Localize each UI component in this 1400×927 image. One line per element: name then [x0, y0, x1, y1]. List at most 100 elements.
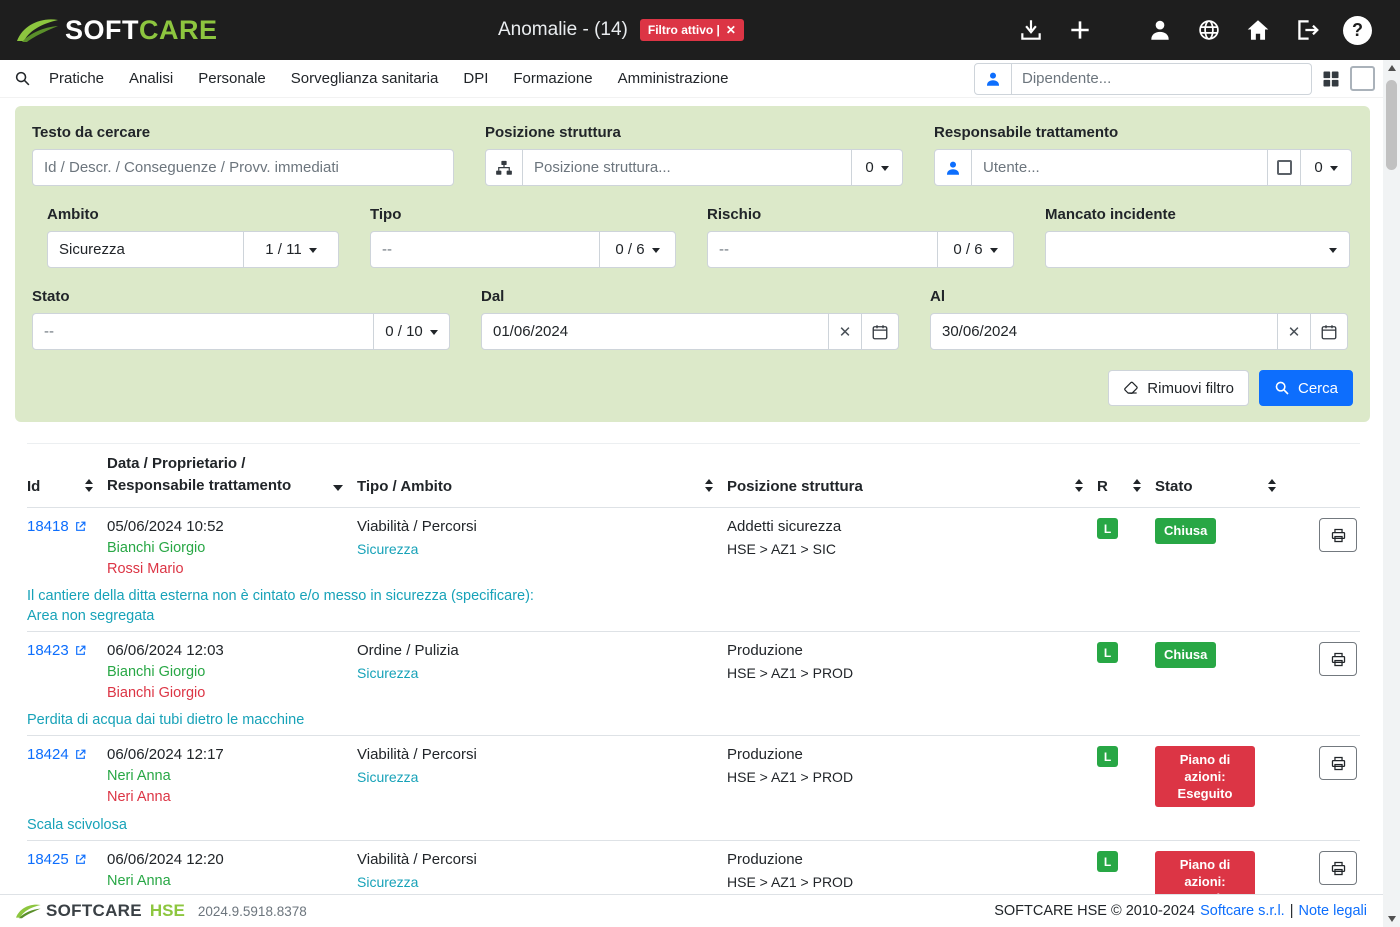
- posizione-input[interactable]: [522, 149, 852, 186]
- posizione-count-button[interactable]: 0: [851, 149, 903, 186]
- remove-filter-button[interactable]: Rimuovi filtro: [1108, 370, 1249, 406]
- filter-row-3: Stato 0 / 10 Dal ✕: [32, 288, 1353, 350]
- structure-tree-button[interactable]: [485, 149, 523, 186]
- sort-desc-icon: [333, 485, 343, 495]
- add-button[interactable]: [1067, 17, 1093, 43]
- nav-item-dpi[interactable]: DPI: [463, 70, 488, 87]
- table-row: 18423 06/06/2024 12:03 Bianchi Giorgio B…: [27, 632, 1360, 736]
- header-r[interactable]: R: [1097, 478, 1155, 495]
- nav-menu: Pratiche Analisi Personale Sorveglianza …: [49, 70, 728, 87]
- al-calendar-button[interactable]: [1310, 313, 1348, 350]
- mancato-incidente-label: Mancato incidente: [1045, 206, 1350, 223]
- page-title-area: Anomalie - (14) Filtro attivo | ✕: [498, 0, 744, 60]
- active-filter-badge[interactable]: Filtro attivo | ✕: [640, 19, 744, 41]
- ambito-count: 1 / 11: [265, 241, 301, 258]
- table-header: Id Data / Proprietario / Responsabile tr…: [27, 444, 1360, 508]
- header-tipo-label: Tipo / Ambito: [357, 478, 452, 495]
- header-posizione-label: Posizione struttura: [727, 478, 863, 495]
- employee-picker-button[interactable]: [974, 63, 1012, 95]
- external-link-icon: [74, 644, 87, 657]
- al-label: Al: [930, 288, 1348, 305]
- scrollbar-thumb[interactable]: [1386, 80, 1397, 170]
- nav-item-pratiche[interactable]: Pratiche: [49, 70, 104, 87]
- scroll-down-arrow[interactable]: [1383, 911, 1400, 927]
- cell-stato: Chiusa: [1155, 642, 1290, 702]
- select-mode-checkbox[interactable]: [1350, 66, 1375, 91]
- anomaly-id-link[interactable]: 18425: [27, 851, 87, 869]
- vertical-scrollbar[interactable]: [1383, 60, 1400, 927]
- app-logo[interactable]: SOFTCARE: [14, 15, 218, 45]
- download-button[interactable]: [1018, 17, 1044, 43]
- logout-icon: [1294, 17, 1320, 43]
- anomaly-id-link[interactable]: 18418: [27, 518, 87, 536]
- sitemap-icon: [495, 159, 513, 177]
- legal-notes-link[interactable]: Note legali: [1298, 903, 1367, 919]
- testo-label: Testo da cercare: [32, 124, 454, 141]
- header-tipo-ambito[interactable]: Tipo / Ambito: [357, 478, 727, 495]
- cell-tipo: Ordine / Pulizia Sicurezza: [357, 642, 727, 702]
- testo-input[interactable]: [32, 149, 454, 186]
- anomaly-id-link[interactable]: 18423: [27, 642, 87, 660]
- dal-clear-button[interactable]: ✕: [828, 313, 862, 350]
- filter-row-2: Ambito 1 / 11 Tipo 0 / 6: [32, 206, 1353, 268]
- print-button[interactable]: [1319, 851, 1357, 885]
- responsabile-count: 0: [1314, 159, 1322, 176]
- printer-icon: [1330, 755, 1347, 772]
- logout-button[interactable]: [1294, 17, 1320, 43]
- risk-badge: L: [1097, 746, 1118, 767]
- tipo-count-button[interactable]: 0 / 6: [599, 231, 676, 268]
- header-id[interactable]: Id: [27, 478, 107, 495]
- nav-item-formazione[interactable]: Formazione: [513, 70, 592, 87]
- footer-brand-suffix: HSE: [150, 901, 185, 921]
- scroll-up-arrow[interactable]: [1383, 60, 1400, 76]
- home-button[interactable]: [1245, 17, 1271, 43]
- filter-field-al: Al ✕: [930, 288, 1348, 350]
- brand-name: SOFTCARE: [65, 17, 218, 44]
- responsabile-count-button[interactable]: 0: [1300, 149, 1352, 186]
- nav-item-personale[interactable]: Personale: [198, 70, 266, 87]
- employee-search-input[interactable]: [1012, 63, 1312, 95]
- grid-view-button[interactable]: [1321, 69, 1341, 89]
- anomaly-id-link[interactable]: 18424: [27, 746, 87, 764]
- stato-count-button[interactable]: 0 / 10: [373, 313, 450, 350]
- mancato-incidente-select[interactable]: [1045, 231, 1350, 268]
- print-button[interactable]: [1319, 642, 1357, 676]
- nav-item-sorveglianza-sanitaria[interactable]: Sorveglianza sanitaria: [291, 70, 439, 87]
- user-picker-button[interactable]: [934, 149, 972, 186]
- dal-calendar-button[interactable]: [861, 313, 899, 350]
- al-clear-button[interactable]: ✕: [1277, 313, 1311, 350]
- cell-actions: [1290, 642, 1360, 702]
- search-icon[interactable]: [14, 70, 31, 87]
- language-chat-button[interactable]: [1196, 17, 1222, 43]
- header-stato[interactable]: Stato: [1155, 478, 1290, 495]
- header-posizione[interactable]: Posizione struttura: [727, 478, 1097, 495]
- user-profile-button[interactable]: [1147, 17, 1173, 43]
- responsabile-checkbox[interactable]: [1267, 149, 1301, 186]
- utente-input[interactable]: [971, 149, 1268, 186]
- rischio-input[interactable]: [707, 231, 938, 268]
- footer-copyright: SOFTCARE HSE © 2010-2024 Softcare s.r.l.…: [994, 903, 1367, 919]
- header-data-proprietario[interactable]: Data / Proprietario / Responsabile tratt…: [107, 454, 357, 495]
- nav-item-analisi[interactable]: Analisi: [129, 70, 173, 87]
- al-input[interactable]: [930, 313, 1278, 350]
- stato-input[interactable]: [32, 313, 374, 350]
- print-button[interactable]: [1319, 746, 1357, 780]
- risk-badge: L: [1097, 642, 1118, 663]
- search-button[interactable]: Cerca: [1259, 370, 1353, 406]
- clear-filter-icon[interactable]: ✕: [726, 23, 736, 37]
- nav-item-amministrazione[interactable]: Amministrazione: [618, 70, 729, 87]
- rischio-count-button[interactable]: 0 / 6: [937, 231, 1014, 268]
- filter-field-responsabile: Responsabile trattamento 0: [934, 124, 1352, 186]
- printer-icon: [1330, 651, 1347, 668]
- ambito-count-button[interactable]: 1 / 11: [243, 231, 339, 268]
- company-link[interactable]: Softcare s.r.l.: [1200, 903, 1285, 919]
- dal-input[interactable]: [481, 313, 829, 350]
- cell-stato: Piano di azioni: Eseguito: [1155, 746, 1290, 807]
- tipo-input[interactable]: [370, 231, 600, 268]
- remove-filter-label: Rimuovi filtro: [1147, 380, 1234, 397]
- ambito-input[interactable]: [47, 231, 244, 268]
- cell-posizione: Addetti sicurezza HSE > AZ1 > SIC: [727, 518, 1097, 578]
- print-button[interactable]: [1319, 518, 1357, 552]
- help-button[interactable]: ?: [1343, 16, 1372, 45]
- search-label: Cerca: [1298, 380, 1338, 397]
